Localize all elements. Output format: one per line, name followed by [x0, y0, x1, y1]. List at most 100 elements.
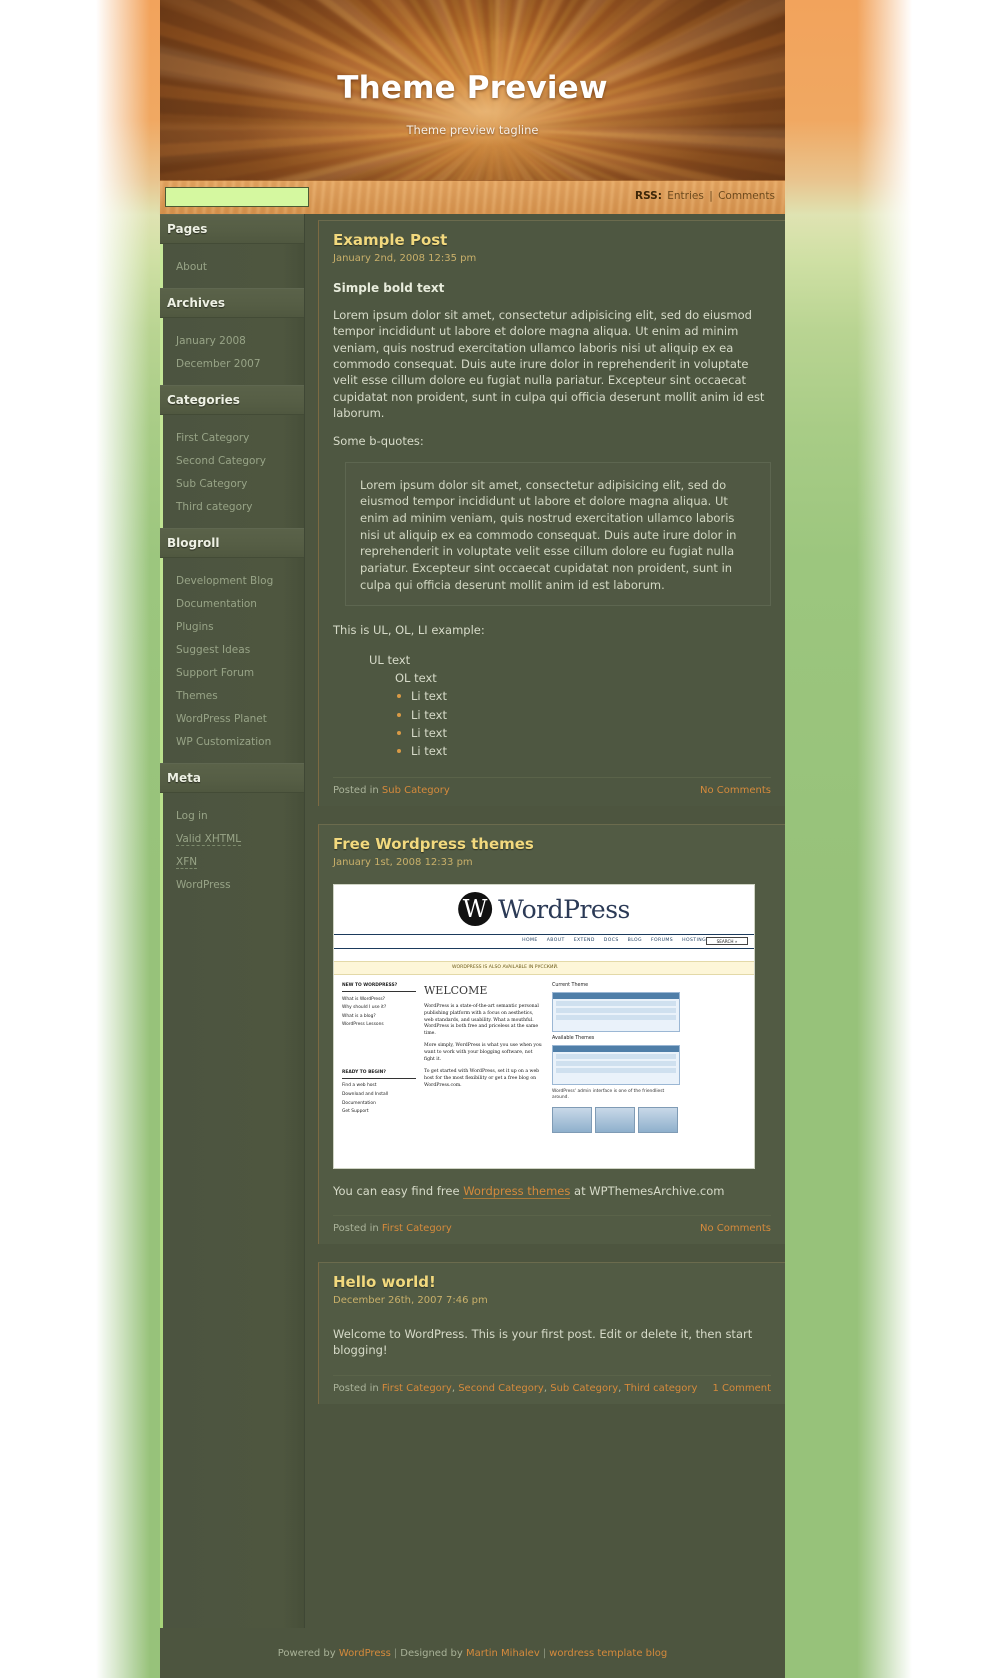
comments-link[interactable]: 1 Comment: [712, 1383, 771, 1394]
list-item[interactable]: Suggest Ideas: [160, 636, 304, 659]
list-item[interactable]: WordPress: [160, 871, 304, 894]
list-item: Download and Install: [342, 1091, 389, 1097]
footer-designer-link[interactable]: Martin Mihalev: [466, 1648, 540, 1659]
post-title[interactable]: Example Post: [333, 231, 771, 249]
sidebar-item-log-in[interactable]: Log in: [176, 810, 208, 822]
footer-template-blog-link[interactable]: wordress template blog: [549, 1648, 667, 1659]
list-item[interactable]: First Category: [160, 424, 304, 447]
posted-in-label: Posted in: [333, 1222, 379, 1234]
post-title[interactable]: Hello world!: [333, 1273, 771, 1291]
rss-entries-link[interactable]: Entries: [667, 190, 704, 202]
post-title[interactable]: Free Wordpress themes: [333, 835, 771, 853]
sidebar-item-sub-category[interactable]: Sub Category: [176, 478, 247, 490]
post-date: January 1st, 2008 12:33 pm: [333, 856, 473, 868]
sidebar-widget-blogroll: Blogroll Development Blog Documentation …: [160, 528, 304, 763]
list-item[interactable]: Log in: [160, 802, 304, 825]
sidebar-item-valid-xhtml[interactable]: Valid XHTML: [176, 833, 242, 846]
sidebar-item-december-2007[interactable]: December 2007: [176, 358, 261, 370]
nav-item: FORUMS: [651, 937, 674, 943]
comma: ,: [618, 1382, 622, 1394]
list-item[interactable]: XFN: [160, 848, 304, 871]
panel-row-decoration: [556, 1000, 676, 1006]
sidebar-item-xfn[interactable]: XFN: [176, 856, 198, 869]
screenshot-caption: WordPress' admin interface is one of the…: [552, 1088, 665, 1101]
category-link-sub-category[interactable]: Sub Category: [382, 785, 450, 796]
list-item[interactable]: About: [160, 253, 304, 276]
sidebar-item-wordpress[interactable]: WordPress: [176, 879, 231, 891]
list-item[interactable]: Documentation: [160, 590, 304, 613]
panel-row-decoration: [556, 1067, 676, 1073]
nav-item: HOSTING: [682, 937, 707, 943]
wordpress-screenshot-image[interactable]: W WordPress HOME ABOUT EXTEND DOCS BLOG: [333, 883, 755, 1169]
panel-row-decoration: [556, 1007, 676, 1013]
sidebar-item-support-forum[interactable]: Support Forum: [176, 667, 254, 679]
sidebar-item-wp-customization[interactable]: WP Customization: [176, 736, 271, 748]
sidebar-item-about[interactable]: About: [176, 261, 207, 273]
list-item[interactable]: Valid XHTML: [160, 825, 304, 848]
list-item[interactable]: WordPress Planet: [160, 705, 304, 728]
list-item[interactable]: Third category: [160, 493, 304, 516]
screenshot-paragraph-3: To get started with WordPress, set it up…: [424, 1068, 540, 1088]
wordpress-themes-link[interactable]: Wordpress themes: [463, 1183, 571, 1199]
ol-text-item: OL text: [395, 671, 437, 686]
sidebar-list-categories: First Category Second Category Sub Categ…: [160, 415, 304, 528]
screenshot-columns: NEW TO WORDPRESS? What is WordPress? Why…: [334, 975, 754, 1134]
category-link-third-category[interactable]: Third category: [625, 1383, 698, 1394]
sidebar-item-wordpress-planet[interactable]: WordPress Planet: [176, 713, 267, 725]
panel-row-decoration: [556, 1060, 676, 1066]
sidebar-item-third-category[interactable]: Third category: [176, 501, 253, 513]
search-input[interactable]: [165, 186, 309, 207]
sidebar-item-documentation[interactable]: Documentation: [176, 598, 257, 610]
list-item[interactable]: Sub Category: [160, 470, 304, 493]
post-title-link[interactable]: Hello world!: [333, 1273, 436, 1291]
panel-row-decoration: [556, 1053, 676, 1059]
thumbnail: [552, 1107, 592, 1134]
list-item[interactable]: Support Forum: [160, 659, 304, 682]
post-title-link[interactable]: Example Post: [333, 231, 447, 249]
screenshot-col3-heading2: Available Themes: [552, 1035, 595, 1041]
screenshot-paragraph-2: More simply, WordPress is what you use w…: [424, 1043, 542, 1063]
list-item[interactable]: January 2008: [160, 327, 304, 350]
site-title[interactable]: Theme Preview: [160, 70, 785, 106]
post-comments[interactable]: 1 Comment: [712, 1383, 771, 1394]
footer-wordpress-link[interactable]: WordPress: [339, 1648, 391, 1659]
list-item[interactable]: Development Blog: [160, 567, 304, 590]
sidebar-item-plugins[interactable]: Plugins: [176, 621, 214, 633]
sidebar-item-themes[interactable]: Themes: [176, 690, 218, 702]
post-footer: Posted in Sub Category No Comments: [333, 776, 771, 800]
comments-link[interactable]: No Comments: [700, 785, 771, 796]
list-item[interactable]: Themes: [160, 682, 304, 705]
list-item: Documentation: [342, 1100, 376, 1106]
comments-link[interactable]: No Comments: [700, 1223, 771, 1234]
category-link-first-category[interactable]: First Category: [382, 1223, 452, 1234]
list-item[interactable]: Plugins: [160, 613, 304, 636]
post-body: W WordPress HOME ABOUT EXTEND DOCS BLOG: [333, 883, 771, 1199]
post-paragraph: Welcome to WordPress. This is your first…: [333, 1326, 753, 1358]
post-comments[interactable]: No Comments: [700, 1223, 771, 1234]
sidebar-list-pages: About: [160, 244, 304, 288]
category-link-sub-category[interactable]: Sub Category: [550, 1383, 618, 1394]
sidebar-item-january-2008[interactable]: January 2008: [176, 335, 246, 347]
category-link-second-category[interactable]: Second Category: [458, 1383, 544, 1394]
sidebar-item-first-category[interactable]: First Category: [176, 432, 249, 444]
post-blockquote: Lorem ipsum dolor sit amet, consectetur …: [345, 461, 771, 607]
panel-row-decoration: [556, 1014, 676, 1020]
screenshot-col1-heading: NEW TO WORDPRESS?: [342, 983, 416, 993]
sidebar-item-second-category[interactable]: Second Category: [176, 455, 266, 467]
category-link-first-category[interactable]: First Category: [382, 1383, 452, 1394]
list-item[interactable]: Second Category: [160, 447, 304, 470]
list-item[interactable]: WP Customization: [160, 728, 304, 751]
panel-bar-decoration: [553, 1045, 679, 1052]
list-item[interactable]: December 2007: [160, 350, 304, 373]
thumbnail: [595, 1107, 635, 1134]
sidebar-item-suggest-ideas[interactable]: Suggest Ideas: [176, 644, 250, 656]
post-comments[interactable]: No Comments: [700, 785, 771, 796]
post-title-link[interactable]: Free Wordpress themes: [333, 835, 534, 853]
rss-comments-link[interactable]: Comments: [718, 190, 775, 202]
nav-item: HOME: [522, 937, 538, 943]
list-item: Why should I use it?: [342, 1005, 387, 1011]
sidebar-item-development-blog[interactable]: Development Blog: [176, 575, 273, 587]
post-footer: Posted in First Category No Comments: [333, 1214, 771, 1238]
wordpress-wordmark: WordPress: [498, 894, 630, 924]
wordpress-w-icon: W: [458, 892, 493, 927]
